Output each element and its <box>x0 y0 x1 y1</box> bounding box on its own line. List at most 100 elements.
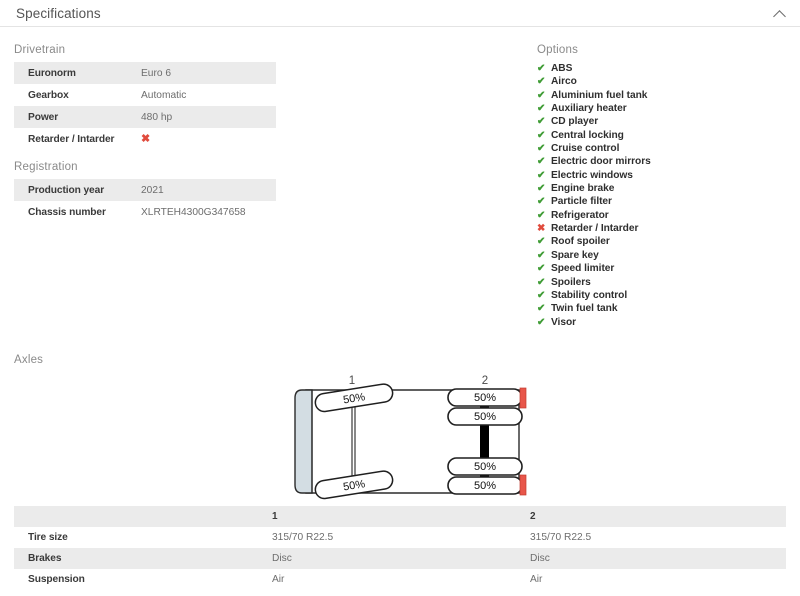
tread-label: 50% <box>474 411 496 423</box>
spec-value: 480 hp <box>141 111 173 123</box>
option-label: ABS <box>551 63 573 74</box>
check-icon: ✔ <box>537 143 546 155</box>
options-list: ✔ ABS ✔ Airco ✔ Aluminium fuel tank ✔ Auxiliary… <box>537 62 786 329</box>
spec-key: Production year <box>28 184 105 196</box>
spec-key: Gearbox <box>28 89 69 101</box>
axles-section: Axles 1 2 50% 50% 50% 50% 50% 50% 1 2 Ti… <box>14 354 786 590</box>
option-label: Cruise control <box>551 143 620 155</box>
spec-key: Euronorm <box>28 67 76 79</box>
list-item: ✔ ABS <box>537 62 786 75</box>
option-label: Engine brake <box>551 183 615 195</box>
option-label: Aluminium fuel tank <box>551 89 648 101</box>
option-label: Roof spoiler <box>551 236 610 248</box>
check-icon: ✔ <box>537 249 546 261</box>
list-item: ✔ Spare key <box>537 249 786 262</box>
axle-spec-label: Tire size <box>28 531 68 543</box>
option-label: Central locking <box>551 129 624 141</box>
cross-icon: ✖ <box>141 132 151 145</box>
spec-key: Power <box>28 111 59 123</box>
check-icon: ✔ <box>537 183 546 195</box>
axle-number-1-label: 1 <box>349 375 355 387</box>
axle-table-header-blank <box>14 506 272 527</box>
spec-key: Chassis number <box>28 206 106 218</box>
rear-marker-bottom <box>519 474 527 496</box>
option-label: Spare key <box>551 249 599 261</box>
table-row: Production year 2021 <box>14 179 276 201</box>
spec-key: Retarder / Intarder <box>28 133 115 145</box>
axle-table-header-1: 1 <box>272 510 278 522</box>
axle-spec-value: Disc <box>272 552 292 564</box>
option-label: Speed limiter <box>551 263 615 275</box>
check-icon: ✔ <box>537 169 546 181</box>
table-row: Power 480 hp <box>14 106 276 128</box>
specs-columns: Drivetrain Euronorm Euro 6 Gearbox Automati… <box>14 27 786 329</box>
check-icon: ✔ <box>537 303 546 315</box>
specifications-body: Drivetrain Euronorm Euro 6 Gearbox Automati… <box>0 27 800 590</box>
axle-specs-table: 1 2 Tire size 315/70 R22.5 315/70 R22.5 Bra… <box>14 505 786 590</box>
list-item: ✔ Electric door mirrors <box>537 155 786 168</box>
registration-section: Registration Production year 2021 Chassis … <box>14 161 537 223</box>
spec-value-cross-icon: ✖ <box>141 128 276 150</box>
list-item: ✔ Electric windows <box>537 169 786 182</box>
collapse-panel-button[interactable] <box>770 5 788 23</box>
table-row: Chassis number XLRTEH4300G347658 <box>14 201 276 223</box>
tread-label: 50% <box>474 480 496 492</box>
cab-shape <box>294 389 313 494</box>
options-heading: Options <box>537 44 579 56</box>
spec-value: 2021 <box>141 184 164 196</box>
spec-value: Automatic <box>141 89 187 101</box>
list-item: ✔ Auxiliary heater <box>537 102 786 115</box>
check-icon: ✔ <box>537 209 546 221</box>
list-item: ✔ Particle filter <box>537 195 786 208</box>
check-icon: ✔ <box>537 289 546 301</box>
option-label: Twin fuel tank <box>551 303 618 315</box>
option-label: CD player <box>551 116 599 128</box>
list-item: ✔ Refrigerator <box>537 209 786 222</box>
check-icon: ✔ <box>537 63 546 74</box>
options-column: Options ✔ ABS ✔ Airco ✔ Aluminium fuel tank ✔ A… <box>537 44 786 329</box>
axle-spec-value: Air <box>272 573 285 585</box>
list-item: ✔ Visor <box>537 316 786 329</box>
drivetrain-section: Drivetrain Euronorm Euro 6 Gearbox Automati… <box>14 44 537 150</box>
list-item: ✔ Stability control <box>537 289 786 302</box>
tread-label: 50% <box>474 392 496 404</box>
spec-value: XLRTEH4300G347658 <box>141 206 246 218</box>
list-item: ✔ Engine brake <box>537 182 786 195</box>
table-row: Retarder / Intarder ✖ <box>14 128 276 150</box>
left-column: Drivetrain Euronorm Euro 6 Gearbox Automati… <box>14 44 537 329</box>
option-label: Refrigerator <box>551 209 609 221</box>
spec-value: Euro 6 <box>141 67 172 79</box>
check-icon: ✔ <box>537 89 546 101</box>
check-icon: ✔ <box>537 103 546 115</box>
check-icon: ✔ <box>537 236 546 248</box>
option-label: Auxiliary heater <box>551 103 627 115</box>
drivetrain-table: Euronorm Euro 6 Gearbox Automatic Power 480 h… <box>14 62 276 150</box>
list-item: ✔ Aluminium fuel tank <box>537 89 786 102</box>
list-item: ✔ Cruise control <box>537 142 786 155</box>
list-item: ✔ Twin fuel tank <box>537 302 786 315</box>
check-icon: ✔ <box>537 263 546 275</box>
table-header-row: 1 2 <box>14 505 786 527</box>
option-label: Stability control <box>551 289 628 301</box>
option-label: Visor <box>551 316 577 328</box>
axle-spec-label: Brakes <box>28 552 62 564</box>
chevron-up-icon <box>772 9 786 23</box>
axle-spec-value: Disc <box>530 552 550 564</box>
check-icon: ✔ <box>537 316 546 328</box>
table-row: Gearbox Automatic <box>14 84 276 106</box>
option-label: Retarder / Intarder <box>551 223 639 235</box>
rear-marker-top <box>519 387 527 409</box>
option-label: Electric windows <box>551 169 633 181</box>
list-item: ✖ Retarder / Intarder <box>537 222 786 235</box>
axle-spec-label: Suspension <box>28 573 85 585</box>
check-icon: ✔ <box>537 116 546 128</box>
axle-table-header-2: 2 <box>530 510 536 522</box>
registration-heading: Registration <box>14 161 78 173</box>
axles-diagram: 1 2 50% 50% 50% 50% 50% 50% <box>14 372 786 502</box>
cross-icon: ✖ <box>537 223 546 235</box>
list-item: ✔ Roof spoiler <box>537 235 786 248</box>
check-icon: ✔ <box>537 196 546 208</box>
list-item: ✔ Central locking <box>537 129 786 142</box>
axle-number-2-label: 2 <box>482 375 488 387</box>
